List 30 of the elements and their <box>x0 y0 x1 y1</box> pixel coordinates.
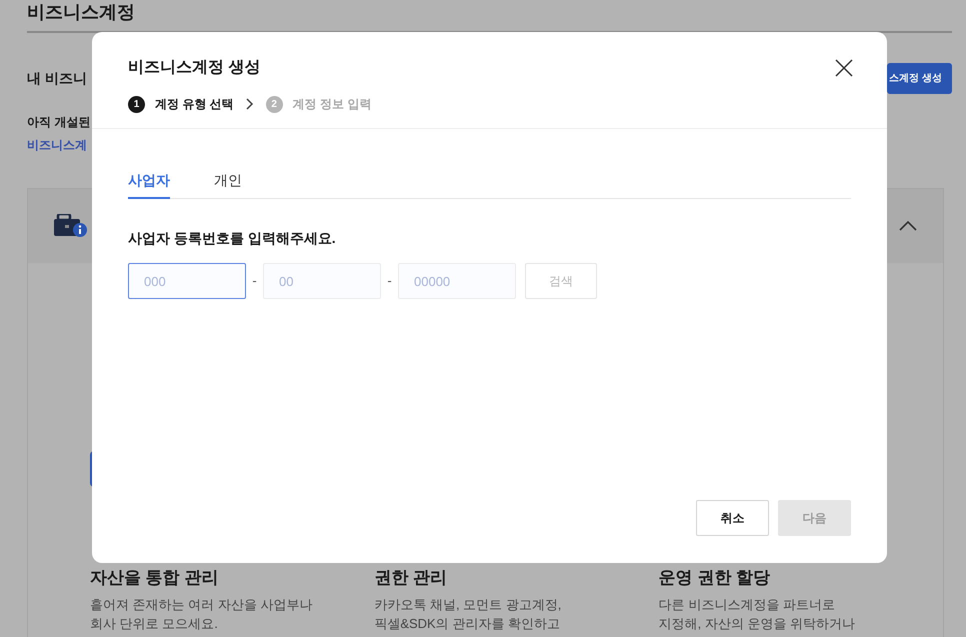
feature-title: 권한 관리 <box>374 568 448 588</box>
step-number: 2 <box>266 96 283 112</box>
separator-text: - <box>251 272 258 290</box>
section-label: 내 비즈니 <box>27 69 87 88</box>
notice-text: 아직 개설된 <box>27 114 90 131</box>
feature-title: 자산을 통합 관리 <box>90 568 218 588</box>
create-account-button[interactable]: 스계정 생성 <box>887 63 952 94</box>
notice-link[interactable]: 비즈니스계 <box>27 136 87 154</box>
chevron-up-icon[interactable] <box>899 221 917 231</box>
chevron-right-icon <box>246 98 254 110</box>
page-title: 비즈니스계정 <box>27 1 135 23</box>
step-label: 계정 정보 입력 <box>292 96 372 113</box>
cancel-button[interactable]: 취소 <box>696 500 769 536</box>
close-icon[interactable] <box>835 59 853 77</box>
registration-number-field[interactable]: 000 <box>128 263 246 299</box>
separator-text: - <box>386 272 393 290</box>
tab[interactable]: 개인 <box>214 163 242 199</box>
dialog-title: 비즈니스계정 생성 <box>128 58 260 78</box>
step-number: 1 <box>128 96 145 112</box>
prompt-text: 사업자 등록번호를 입력해주세요. <box>128 229 336 248</box>
feature-title: 운영 권한 할당 <box>658 568 770 588</box>
feature-description: 흩어져 존재하는 여러 자산을 사업부나 <box>90 596 312 614</box>
feature-description: 회사 단위로 모으세요. <box>90 615 218 633</box>
briefcase-icon <box>54 214 88 238</box>
feature-description: 픽셀&SDK의 관리자를 확인하고 <box>374 615 560 633</box>
feature-description: 다른 비즈니스계정을 파트너로 <box>658 596 835 614</box>
feature-description: 지정해, 자산의 운영을 위탁하거나 <box>658 615 856 633</box>
feature-description: 카카오톡 채널, 모먼트 광고계정, <box>374 596 562 614</box>
step-label: 계정 유형 선택 <box>155 96 234 113</box>
tab[interactable]: 사업자 <box>128 163 170 199</box>
